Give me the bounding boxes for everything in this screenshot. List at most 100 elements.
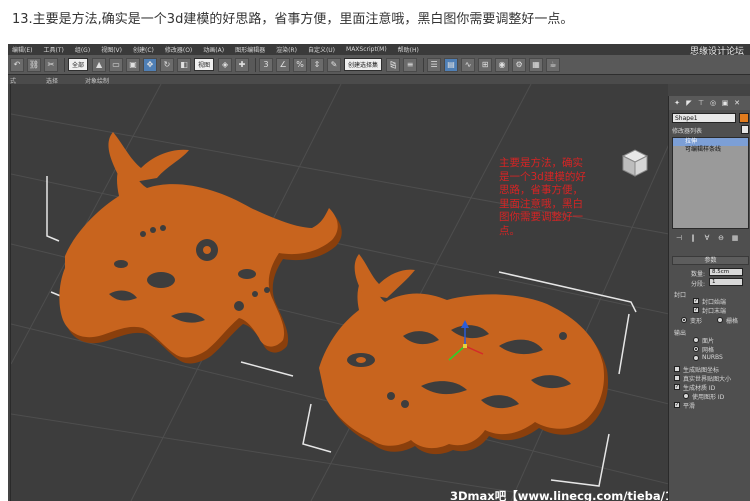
named-selection-dropdown[interactable]: 创建选择集: [344, 58, 383, 71]
rendered-frame-icon[interactable]: ▦: [529, 57, 544, 72]
render-setup-icon[interactable]: ⚙: [512, 57, 527, 72]
use-shape-id-radio[interactable]: [683, 393, 689, 399]
menu-item-maxscript[interactable]: MAXScript(M): [346, 46, 387, 53]
amount-label: 数量:: [691, 271, 706, 278]
toolbar-divider: [255, 57, 257, 72]
amount-field[interactable]: 8.5cm: [709, 268, 743, 276]
motion-tab-icon[interactable]: ◎: [708, 98, 718, 108]
gen-mat-id-checkbox[interactable]: ✓: [674, 384, 680, 390]
menu-item-create[interactable]: 创建(C): [133, 45, 154, 54]
ox-papercut-right: [319, 254, 609, 455]
ox-right-horn: [354, 254, 415, 298]
stack-item-editable-spline[interactable]: 可编辑样条线: [673, 146, 748, 154]
create-tab-icon[interactable]: ✦: [672, 98, 682, 108]
params-rollout-title[interactable]: 参数: [672, 256, 749, 265]
show-end-result-icon[interactable]: ‖: [688, 234, 698, 243]
undo-icon[interactable]: ↶: [10, 57, 24, 72]
object-color-swatch[interactable]: [739, 113, 749, 123]
command-panel: ✦ ◤ ⊤ ◎ ▣ ✕ Shape1 修改器列表 拉伸 可编辑样条线 ⊣ ‖ ∀…: [668, 96, 750, 501]
article-caption: 13.主要是方法,确实是一个3d建模的好思路，省事方便，里面注意哦，黑白图你需要…: [12, 12, 574, 27]
nurbs-radio[interactable]: [693, 355, 699, 361]
perspective-viewport[interactable]: 主要是方法，确实是一个3d建模的好思路，省事方便，里面注意哦，黑白图你需要调整好…: [10, 84, 668, 501]
mirror-icon[interactable]: ⧎: [386, 57, 401, 72]
morph-radio[interactable]: [681, 317, 687, 323]
spinner-snap-icon[interactable]: ⇕: [310, 57, 325, 72]
display-tab-icon[interactable]: ▣: [720, 98, 730, 108]
object-name-field[interactable]: Shape1: [672, 113, 736, 123]
select-object-icon[interactable]: ▲: [92, 57, 107, 72]
remove-modifier-icon[interactable]: ⊖: [716, 234, 726, 243]
grid-radio[interactable]: [717, 317, 723, 323]
cap-end-checkbox[interactable]: ✓: [693, 307, 699, 313]
select-rotate-icon[interactable]: ↻: [160, 57, 175, 72]
menu-item-rendering[interactable]: 渲染(R): [276, 45, 297, 54]
schematic-view-icon[interactable]: ⊞: [478, 57, 493, 72]
menu-item-help[interactable]: 帮助(H): [398, 45, 419, 54]
make-unique-icon[interactable]: ∀: [702, 234, 712, 243]
percent-snap-icon[interactable]: %: [293, 57, 308, 72]
gen-mat-id-label: 生成材质 ID: [683, 385, 716, 392]
segments-field[interactable]: 1: [709, 278, 743, 286]
configure-sets-icon[interactable]: ▦: [730, 234, 740, 243]
gen-map-coords-checkbox[interactable]: [674, 366, 680, 372]
render-production-icon[interactable]: ☕: [546, 57, 561, 72]
reference-coord-dropdown[interactable]: 视图: [194, 58, 215, 71]
modify-tab-icon[interactable]: ◤: [684, 98, 694, 108]
graphite-ribbon-icon[interactable]: ▤: [444, 57, 459, 72]
toolbar-divider: [64, 57, 65, 72]
capping-group-label: 封口: [674, 292, 687, 299]
snap-toggle-icon[interactable]: 3: [259, 57, 274, 72]
toolbar-divider: [423, 57, 425, 72]
use-shape-id-label: 使用图形 ID: [692, 394, 725, 401]
cap-start-checkbox[interactable]: ✓: [693, 298, 699, 304]
menu-item-group[interactable]: 组(G): [75, 45, 90, 54]
select-scale-icon[interactable]: ◧: [177, 57, 192, 72]
menu-item-animation[interactable]: 动画(A): [203, 45, 224, 54]
menu-item-tools[interactable]: 工具(T): [43, 45, 63, 54]
modifier-list-dropdown[interactable]: [741, 125, 749, 134]
gen-map-coords-label: 生成贴图坐标: [683, 367, 720, 374]
grid-label: 栅格: [726, 318, 739, 325]
mesh-radio[interactable]: [693, 346, 699, 352]
modifier-list-label[interactable]: 修改器列表: [672, 126, 702, 135]
segments-label: 分段:: [691, 281, 706, 288]
real-world-map-checkbox[interactable]: [674, 375, 680, 381]
output-group-label: 输出: [674, 330, 687, 337]
select-move-icon[interactable]: ✥: [143, 57, 158, 72]
select-region-icon[interactable]: ▭: [109, 57, 124, 72]
smooth-checkbox[interactable]: ✓: [674, 402, 680, 408]
menu-item-customize[interactable]: 自定义(U): [308, 45, 335, 54]
ox-left-horn: [108, 132, 189, 184]
edit-named-selection-icon[interactable]: ✎: [327, 57, 342, 72]
selection-filter-dropdown[interactable]: 全部: [68, 58, 89, 71]
modifier-stack: 拉伸 可编辑样条线: [672, 137, 749, 229]
stack-toolbar: ⊣ ‖ ∀ ⊖ ▦: [674, 234, 744, 243]
main-toolbar: ↶ ⛓ ✂ 全部 ▲ ▭ ▣ ✥ ↻ ◧ 视图 ◈ ✚ 3 ∠ % ⇕ ✎ 创建…: [8, 55, 750, 75]
patch-label: 面片: [702, 338, 715, 345]
pivot-center-icon[interactable]: ◈: [218, 57, 233, 72]
hierarchy-tab-icon[interactable]: ⊤: [696, 98, 706, 108]
pin-stack-icon[interactable]: ⊣: [674, 234, 684, 243]
menu-bar: 编辑(E) 工具(T) 组(G) 视图(V) 创建(C) 修改器(O) 动画(A…: [8, 44, 750, 57]
material-editor-icon[interactable]: ◉: [495, 57, 510, 72]
menu-item-views[interactable]: 视图(V): [101, 45, 122, 54]
ribbon-label-bar: 式 选择 对象绘制: [8, 75, 750, 85]
window-crossing-icon[interactable]: ▣: [126, 57, 141, 72]
layer-manager-icon[interactable]: ☰: [427, 57, 442, 72]
menu-item-graph-editors[interactable]: 图形编辑器: [235, 45, 265, 54]
cap-start-label: 封口始端: [702, 299, 727, 306]
unlink-icon[interactable]: ✂: [44, 57, 58, 72]
utilities-tab-icon[interactable]: ✕: [732, 98, 742, 108]
stack-item-extrude[interactable]: 拉伸: [673, 138, 748, 146]
curve-editor-icon[interactable]: ∿: [461, 57, 476, 72]
viewcube-icon: [621, 149, 649, 177]
menu-item-modifiers[interactable]: 修改器(O): [165, 45, 192, 54]
menu-item-edit[interactable]: 编辑(E): [12, 45, 32, 54]
angle-snap-icon[interactable]: ∠: [276, 57, 291, 72]
patch-radio[interactable]: [693, 337, 699, 343]
smooth-label: 平滑: [683, 403, 696, 410]
align-icon[interactable]: ≡: [403, 57, 418, 72]
manipulate-icon[interactable]: ✚: [235, 57, 250, 72]
nurbs-label: NURBS: [702, 354, 723, 361]
select-link-icon[interactable]: ⛓: [27, 57, 41, 72]
